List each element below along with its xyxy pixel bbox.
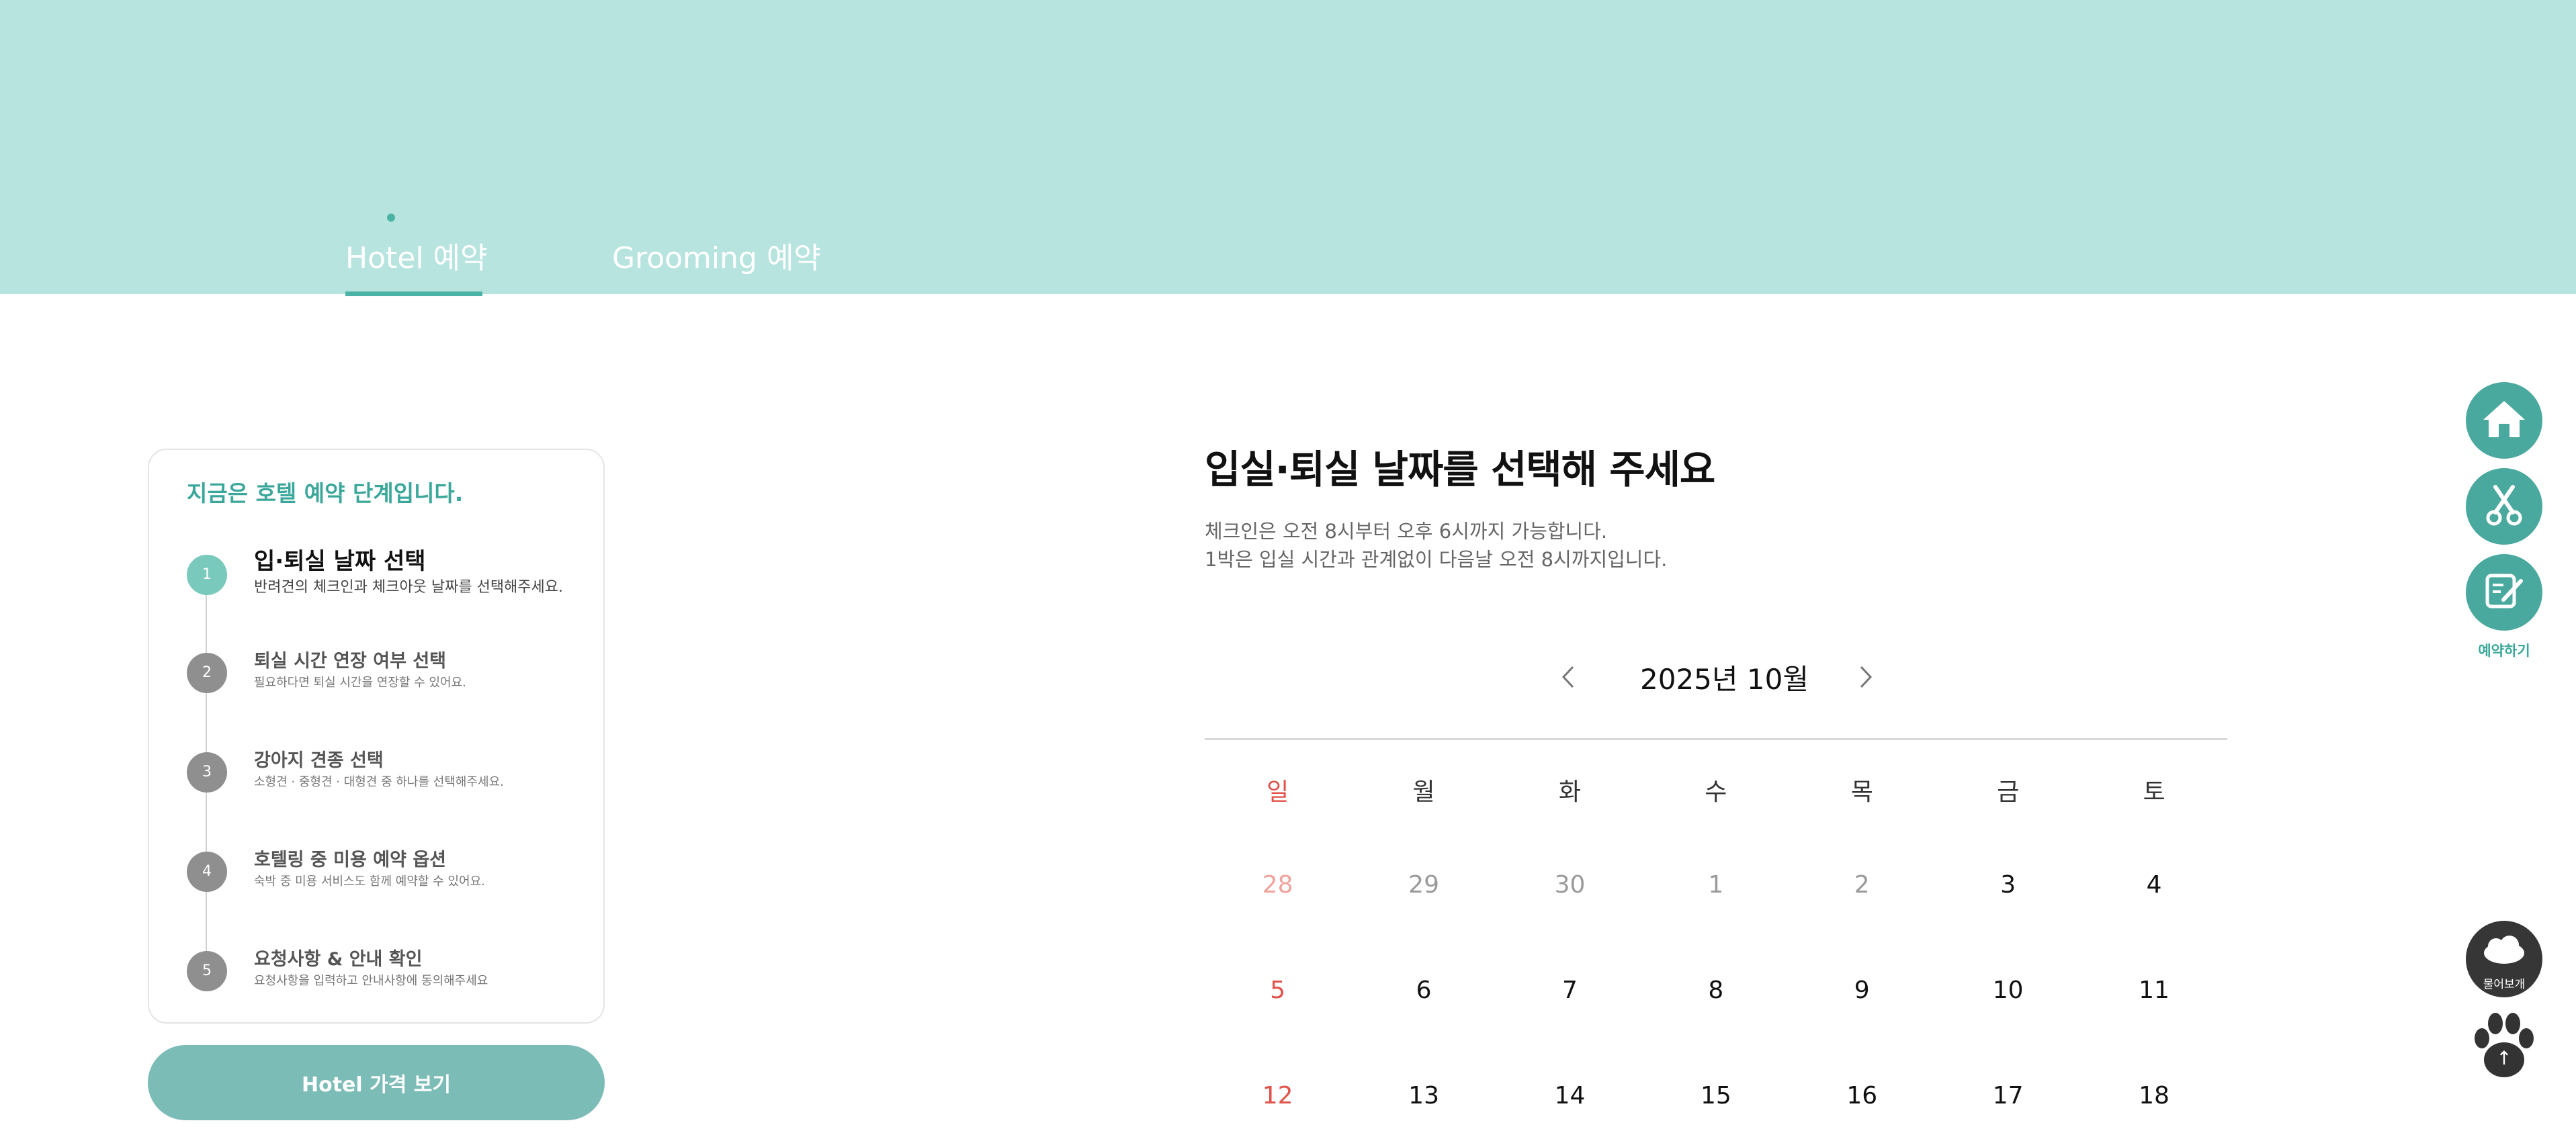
paw-icon	[2475, 1013, 2534, 1077]
step-description: 숙박 중 미용 서비스도 함께 예약할 수 있어요.	[254, 874, 485, 889]
step-title: 요청사항 & 안내 확인	[254, 949, 423, 970]
home-icon	[2481, 396, 2528, 445]
reserve-label: 예약하기	[2478, 643, 2530, 659]
scissors-icon	[2481, 482, 2528, 531]
chevron-left-icon[interactable]	[1554, 660, 1581, 694]
calendar-day[interactable]: 14	[1497, 1030, 1643, 1131]
calendar-day[interactable]: 15	[1643, 1030, 1789, 1131]
calendar-day[interactable]: 18	[2081, 1030, 2227, 1131]
weekday-thu: 목	[1850, 778, 1873, 806]
calendar-day: 28	[1262, 871, 1293, 899]
top-banner: Hotel 예약 Grooming 예약	[0, 0, 2576, 296]
tab-hotel-reservation[interactable]: Hotel 예약	[345, 234, 488, 277]
calendar-day: 1	[1708, 871, 1724, 899]
step-1[interactable]: 1 입·퇴실 날짜 선택 반려견의 체크인과 체크아웃 날짜를 선택해주세요.	[187, 543, 590, 603]
arrow-up-icon: ↑	[2496, 1047, 2512, 1069]
weekday-tue: 화	[1558, 778, 1582, 806]
steps-headline: 지금은 호텔 예약 단계입니다.	[187, 480, 464, 506]
step-title: 호텔링 중 미용 예약 옵션	[254, 850, 446, 870]
calendar-day[interactable]: 4	[2081, 819, 2227, 925]
ask-label: 물어보개	[2483, 978, 2526, 991]
step-number-badge: 5	[187, 951, 227, 991]
weekday-sun: 일	[1266, 778, 1289, 806]
reserve-button[interactable]	[2466, 554, 2542, 631]
cloud-icon	[2484, 936, 2524, 964]
calendar-day: 30	[1554, 871, 1586, 899]
ask-chat-button[interactable]: 물어보개	[2466, 921, 2542, 997]
step-number-badge: 3	[187, 752, 227, 793]
calendar-day[interactable]: 8	[1643, 925, 1789, 1030]
active-tab-dot	[387, 214, 395, 222]
calendar-day[interactable]: 9	[1789, 925, 1935, 1030]
reservation-steps-panel: 지금은 호텔 예약 단계입니다. 1 입·퇴실 날짜 선택 반려견의 체크인과 …	[148, 449, 605, 1024]
step-title: 퇴실 시간 연장 여부 선택	[254, 651, 446, 672]
chevron-right-icon[interactable]	[1853, 660, 1880, 694]
step-4[interactable]: 4 호텔링 중 미용 예약 옵션 숙박 중 미용 서비스도 함께 예약할 수 있…	[187, 845, 590, 905]
step-description: 요청사항을 입력하고 안내사항에 동의해주세요	[254, 974, 488, 988]
calendar-divider	[1205, 738, 2227, 740]
weekday-fri: 금	[1997, 778, 2020, 806]
calendar-day[interactable]: 3	[1935, 819, 2081, 925]
calendar-day[interactable]: 5	[1205, 925, 1350, 1030]
grooming-button[interactable]	[2466, 468, 2542, 545]
step-5[interactable]: 5 요청사항 & 안내 확인 요청사항을 입력하고 안내사항에 동의해주세요	[187, 944, 590, 1005]
calendar-day[interactable]: 6	[1350, 925, 1496, 1030]
edit-icon	[2481, 568, 2528, 617]
step-title: 강아지 견종 선택	[254, 750, 384, 771]
step-description: 소형견 · 중형견 · 대형견 중 하나를 선택해주세요.	[254, 775, 504, 789]
scroll-top-button[interactable]: ↑	[2466, 1006, 2542, 1083]
checkin-info: 체크인은 오전 8시부터 오후 6시까지 가능합니다.	[1205, 520, 1608, 543]
step-number-badge: 1	[187, 555, 227, 595]
calendar-grid: 일 월 화 수 목 금 토 28 29 30 1 2 3 4 5 6 7 8 9…	[1205, 766, 2227, 1131]
calendar-day[interactable]: 17	[1935, 1030, 2081, 1131]
home-button[interactable]	[2466, 382, 2542, 459]
weekday-wed: 수	[1705, 778, 1727, 806]
step-title: 입·퇴실 날짜 선택	[254, 548, 426, 575]
step-number-badge: 2	[187, 653, 227, 693]
step-description: 반려견의 체크인과 체크아웃 날짜를 선택해주세요.	[254, 579, 564, 596]
tab-grooming-reservation[interactable]: Grooming 예약	[612, 234, 821, 277]
calendar-day[interactable]: 11	[2081, 925, 2227, 1030]
calendar-day: 29	[1408, 871, 1439, 899]
weekday-sat: 토	[2143, 778, 2165, 806]
hotel-price-button[interactable]: Hotel 가격 보기	[148, 1045, 605, 1120]
calendar-day[interactable]: 13	[1350, 1030, 1496, 1131]
calendar-day[interactable]: 7	[1497, 925, 1643, 1030]
calendar-day[interactable]: 10	[1935, 925, 2081, 1030]
step-2[interactable]: 2 퇴실 시간 연장 여부 선택 필요하다면 퇴실 시간을 연장할 수 있어요.	[187, 646, 590, 707]
calendar-day[interactable]: 12	[1205, 1030, 1350, 1131]
active-tab-underline	[345, 291, 482, 296]
calendar-month-label: 2025년 10월	[1640, 663, 1809, 696]
overnight-info: 1박은 입실 시간과 관계없이 다음날 오전 8시까지입니다.	[1205, 548, 1668, 571]
step-3[interactable]: 3 강아지 견종 선택 소형견 · 중형견 · 대형견 중 하나를 선택해주세요…	[187, 745, 590, 806]
calendar-day[interactable]: 16	[1789, 1030, 1935, 1131]
page-title: 입실·퇴실 날짜를 선택해 주세요	[1205, 447, 1715, 492]
weekday-mon: 월	[1412, 778, 1435, 806]
step-description: 필요하다면 퇴실 시간을 연장할 수 있어요.	[254, 676, 466, 690]
step-number-badge: 4	[187, 852, 227, 892]
calendar-day: 2	[1854, 871, 1870, 899]
